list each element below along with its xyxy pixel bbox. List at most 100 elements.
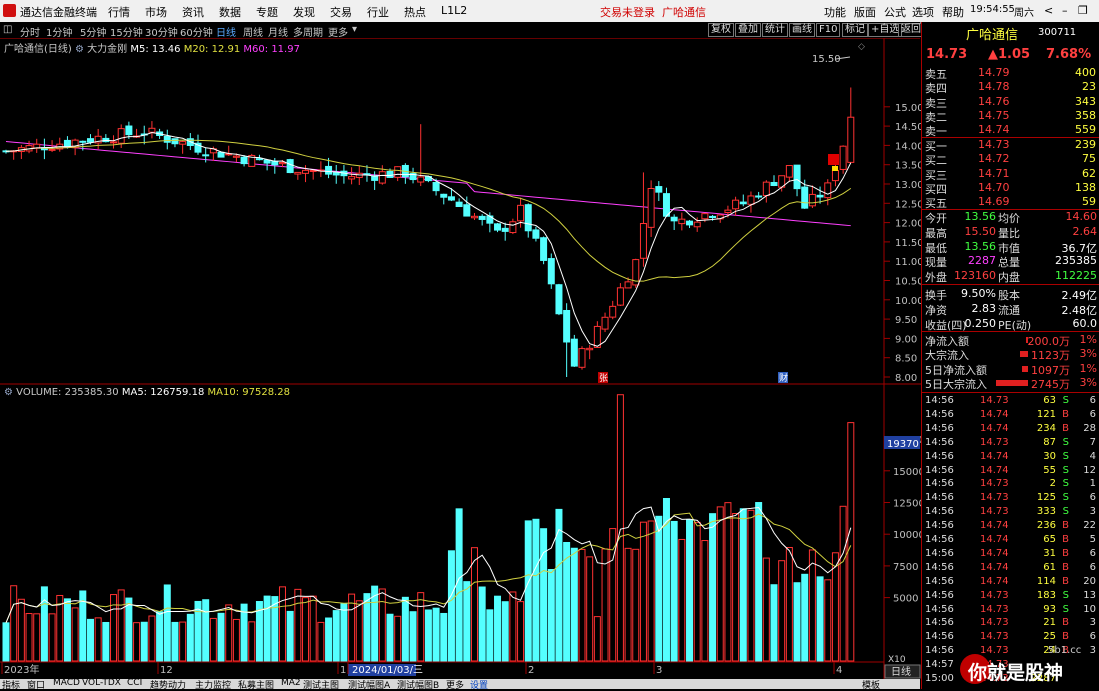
volume-bar [133, 622, 141, 662]
candle-body [202, 154, 210, 157]
template-button[interactable]: 模板 [862, 678, 880, 691]
menu-item[interactable]: 资讯 [182, 4, 204, 20]
menu-item[interactable]: 数据 [219, 4, 241, 20]
volume-bar [593, 616, 601, 662]
menu-item[interactable]: 市场 [145, 4, 167, 20]
volume-bar [517, 601, 525, 662]
period-tab[interactable]: 1分钟 [46, 24, 72, 39]
tool-button[interactable]: 叠加 [735, 23, 761, 37]
settings-tab[interactable]: 设置 [470, 678, 488, 691]
tool-button[interactable]: F10 [816, 23, 841, 37]
candle-body [824, 182, 832, 199]
quote-panel: 广哈通信 300711 14.73 ▲1.05 7.68% 卖五 14.79 400… [921, 22, 1099, 689]
bottom-tab[interactable]: 指标 [2, 678, 20, 691]
indicator-tab-bar: 指标 窗口 MACD VOL-TDX CCI 趋势动力 主力监控 私募主图 MA… [0, 678, 920, 691]
more-dropdown-icon[interactable]: ▾ [352, 24, 357, 35]
menu-item[interactable]: L1L2 [441, 4, 467, 17]
period-tab[interactable]: 更多 [328, 24, 348, 39]
bottom-tab[interactable]: MA2 [281, 678, 301, 688]
tick-price: 14.73 [980, 436, 1009, 448]
tick-price: 14.74 [980, 561, 1009, 573]
back-icon[interactable]: < [1044, 4, 1053, 17]
period-tab[interactable]: 分时 [20, 24, 40, 39]
candle-body [816, 194, 824, 198]
bottom-tab[interactable]: 趋势动力 [150, 678, 186, 691]
flow-pct: 3% [1079, 375, 1097, 389]
minimize-icon[interactable]: – [1062, 4, 1068, 17]
bottom-tab[interactable]: CCI [127, 678, 142, 688]
bottom-tab[interactable]: 主力监控 [195, 678, 231, 691]
volume-bar [409, 611, 417, 662]
volume-bar [171, 621, 179, 662]
period-tab[interactable]: 30分钟 [145, 24, 178, 39]
menu-item[interactable]: 功能 [824, 4, 846, 20]
volume-bar [494, 595, 502, 662]
period-tab-active[interactable]: 日线 [216, 24, 236, 39]
candle-body [125, 125, 133, 136]
volume-bar [824, 579, 832, 662]
menu-item[interactable]: 热点 [404, 4, 426, 20]
menu-item[interactable]: 行情 [108, 4, 130, 20]
period-tab[interactable]: 多周期 [293, 24, 323, 39]
tool-button[interactable]: 统计 [762, 23, 788, 37]
period-tab[interactable]: 60分钟 [180, 24, 213, 39]
mode-label[interactable]: 日线 [891, 665, 911, 678]
menu-item[interactable]: 公式 [884, 4, 906, 20]
stat-label: 外盘 [925, 271, 947, 285]
tool-button[interactable]: 复权 [708, 23, 734, 37]
price-tick-label: 12.00 [895, 219, 921, 230]
candle-body [747, 195, 755, 205]
volume-bar [547, 569, 555, 662]
bottom-tab[interactable]: 测试幅图A [348, 678, 390, 691]
event-marker-cai[interactable]: 财 [779, 372, 788, 384]
menu-item[interactable]: 行业 [367, 4, 389, 20]
bottom-tab[interactable]: MACD [53, 678, 80, 688]
volume-bar [555, 508, 563, 662]
volume-bar [125, 597, 133, 662]
price-tick-label: 14.50 [895, 122, 921, 133]
event-marker-zhang[interactable]: 张 [599, 373, 608, 384]
tick-direction: B [1062, 631, 1069, 643]
candle-body [831, 169, 839, 182]
bottom-tab[interactable]: 更多 [446, 678, 464, 691]
menu-item[interactable]: 专题 [256, 4, 278, 20]
tick-volume: 2 [1049, 478, 1056, 490]
period-tab[interactable]: 5分钟 [80, 24, 106, 39]
maximize-icon[interactable]: ❐ [1078, 4, 1088, 17]
stat-label: 换手 [925, 289, 947, 302]
tool-button[interactable]: 标记 [842, 23, 868, 37]
stat-value: 15.50 [964, 224, 997, 238]
candle-body [601, 316, 609, 330]
menu-item[interactable]: 帮助 [942, 4, 964, 20]
period-tab[interactable]: 月线 [268, 24, 288, 39]
volume-bar [616, 394, 624, 662]
bottom-tab[interactable]: 测试幅图B [397, 678, 439, 691]
volume-bar [278, 586, 286, 662]
bid-volume: 75 [1082, 152, 1096, 166]
bottom-tab[interactable]: 测试主图 [303, 678, 339, 691]
bottom-tab[interactable]: VOL-TDX [82, 678, 121, 688]
volume-bar [348, 593, 356, 662]
ask-price: 14.75 [978, 108, 1010, 122]
menu-item[interactable]: 发现 [293, 4, 315, 20]
panel-toggle-icon[interactable]: ◫ [3, 24, 12, 35]
period-tab[interactable]: 周线 [243, 24, 263, 39]
stat-value: 36.7亿 [1061, 241, 1098, 255]
login-status[interactable]: 交易未登录 [600, 4, 655, 20]
menu-item[interactable]: 交易 [330, 4, 352, 20]
bottom-tab[interactable]: 窗口 [27, 678, 45, 691]
bottom-tab[interactable]: 私募主图 [238, 678, 274, 691]
menu-item[interactable]: 选项 [912, 4, 934, 20]
period-tab[interactable]: 15分钟 [110, 24, 143, 39]
tick-volume: 25 [1043, 631, 1056, 643]
stock-code: 300711 [1038, 27, 1077, 38]
tool-button[interactable]: 画线 [789, 23, 815, 37]
diamond-icon[interactable]: ◇ [858, 42, 865, 52]
kline-chart[interactable]: 15.00 14.50 14.00 13.50 13.00 12.50 12.00 11.50… [0, 38, 921, 679]
tick-volume: 21 [1043, 617, 1056, 629]
tick-direction: B [1062, 547, 1069, 559]
tick-volume: 236 [1036, 520, 1056, 532]
bid-price: 14.71 [978, 166, 1010, 180]
flow-bar [1022, 365, 1028, 372]
menu-item[interactable]: 版面 [854, 4, 876, 20]
